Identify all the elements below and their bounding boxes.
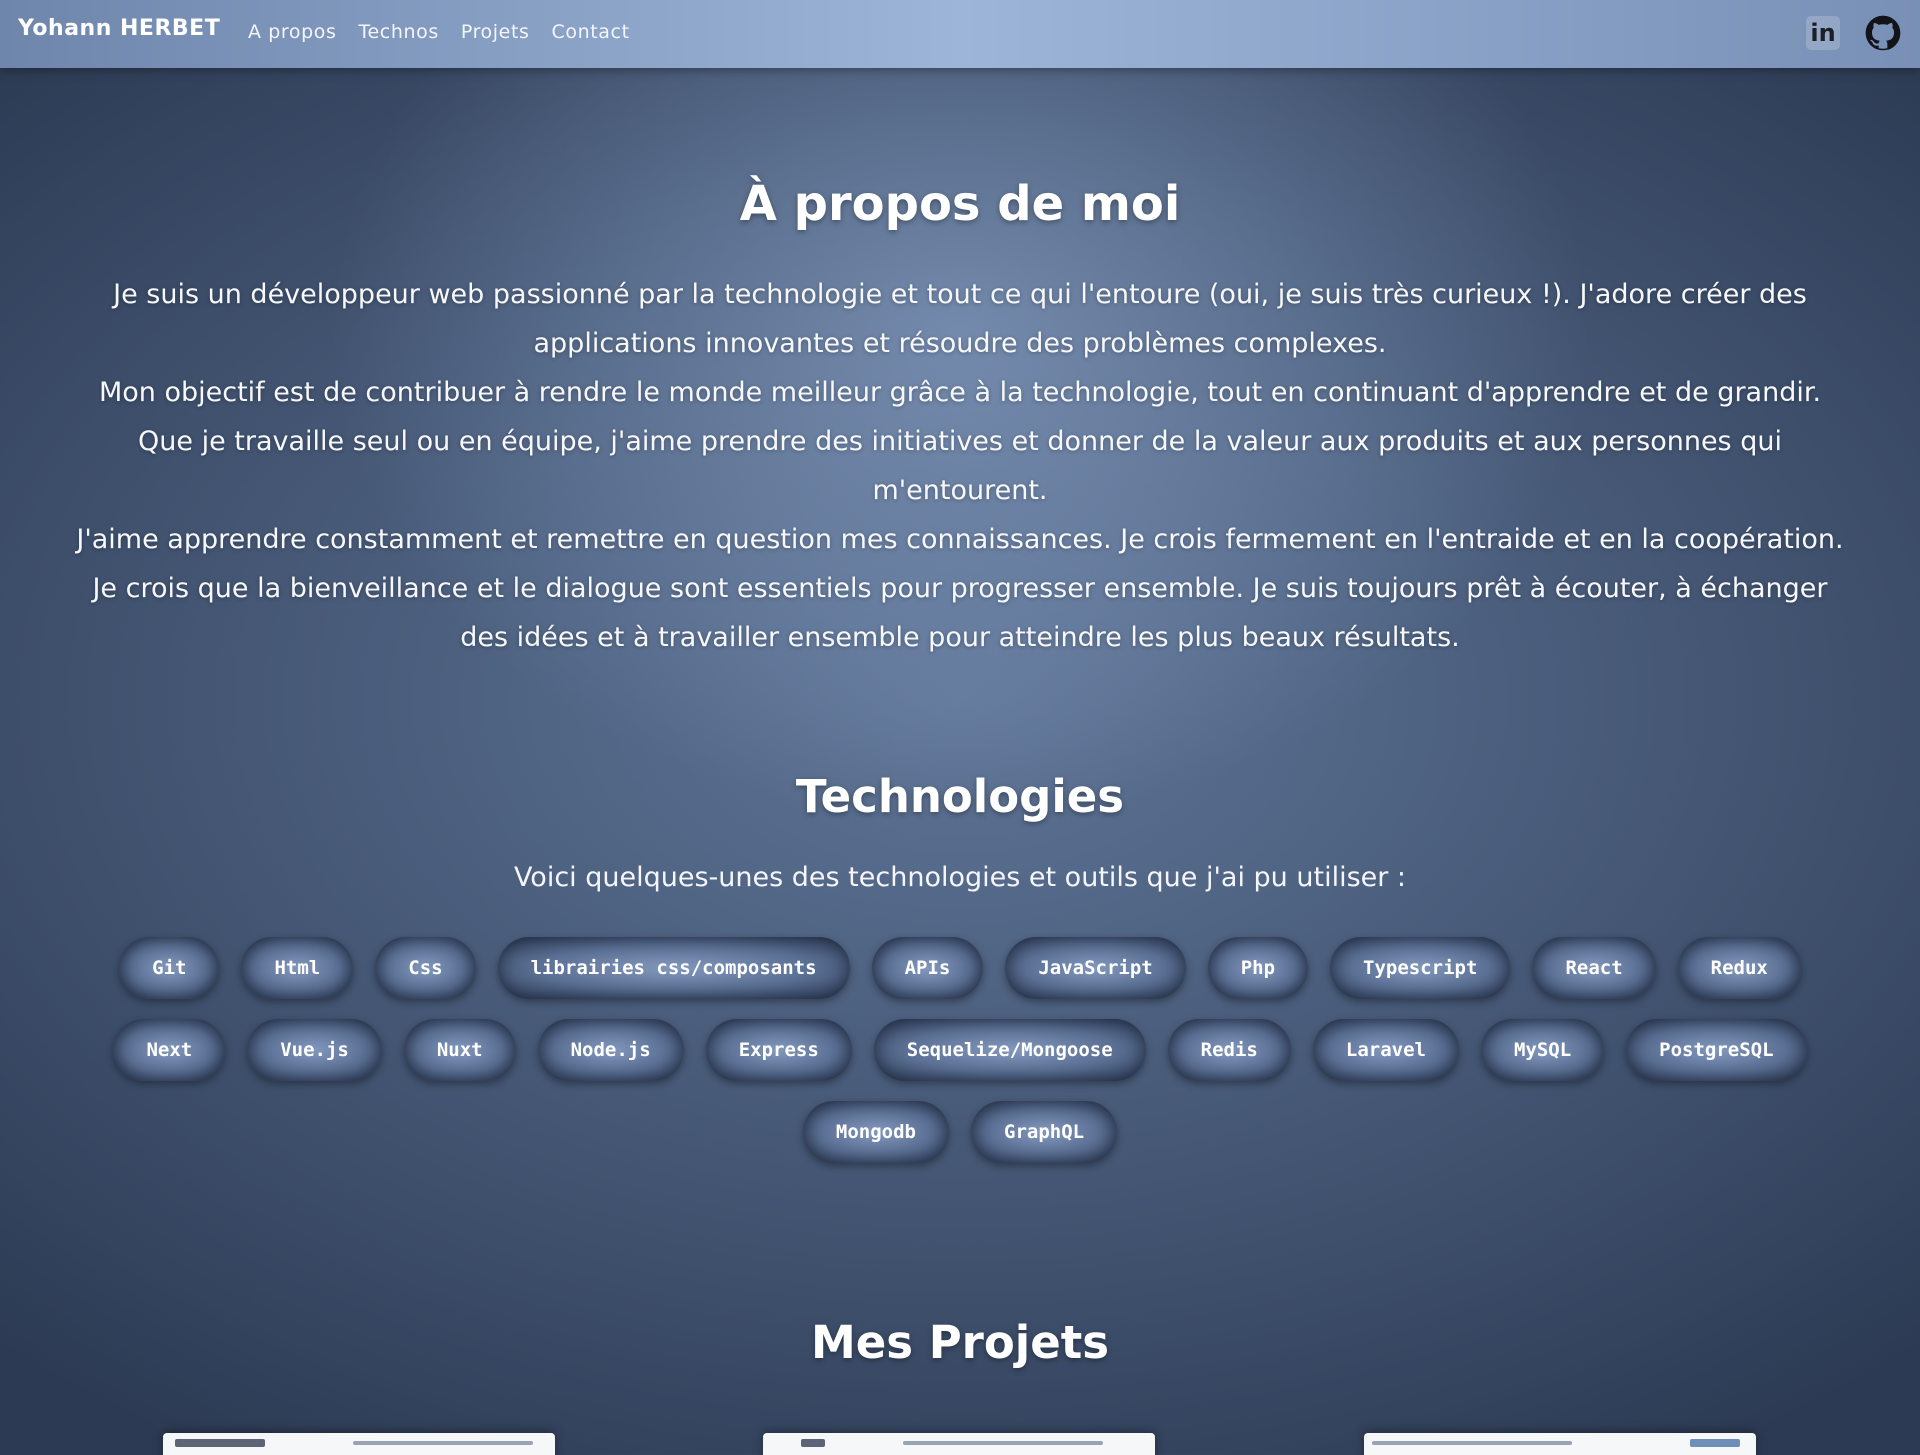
tech-chip[interactable]: Redis (1167, 1019, 1291, 1081)
brand-logo[interactable]: Yohann HERBET (18, 16, 220, 41)
tech-chip[interactable]: APIs (871, 937, 984, 999)
tech-chip[interactable]: Redux (1677, 937, 1801, 999)
tech-chip[interactable]: Vue.js (247, 1019, 382, 1081)
about-text: Je suis un développeur web passionné par… (70, 270, 1850, 662)
tech-chip[interactable]: Css (375, 937, 476, 999)
project-card-2[interactable] (763, 1433, 1155, 1455)
project-thumbnail-button (1690, 1439, 1740, 1447)
project-thumbnail-nav (1372, 1441, 1572, 1445)
tech-chip[interactable]: Next (113, 1019, 226, 1081)
project-thumbnail-logo (801, 1439, 825, 1447)
tech-chip[interactable]: Node.js (537, 1019, 684, 1081)
tech-chip[interactable]: Sequelize/Mongoose (873, 1019, 1146, 1081)
tech-chip[interactable]: PostgreSQL (1626, 1019, 1807, 1081)
project-cards (0, 1433, 1920, 1455)
tech-chip[interactable]: Git (119, 937, 220, 999)
project-thumbnail-nav (903, 1441, 1103, 1445)
tech-chip[interactable]: Nuxt (403, 1019, 516, 1081)
tech-chip[interactable]: Html (241, 937, 354, 999)
about-paragraph-3: J'aime apprendre constamment et remettre… (76, 524, 1844, 653)
technology-chips: Git Html Css librairies css/composants A… (70, 937, 1850, 1163)
tech-chip[interactable]: Express (705, 1019, 852, 1081)
linkedin-glyph: in (1806, 16, 1840, 50)
project-thumbnail-nav (353, 1441, 533, 1445)
nav-links: A propos Technos Projets Contact (248, 21, 630, 43)
about-title: À propos de moi (739, 176, 1181, 232)
nav-link-projets[interactable]: Projets (461, 21, 530, 43)
technologies-title: Technologies (795, 770, 1125, 823)
nav-link-contact[interactable]: Contact (552, 21, 630, 43)
projects-title: Mes Projets (810, 1316, 1110, 1369)
tech-chip[interactable]: Mongodb (802, 1101, 949, 1163)
social-icons: in (1804, 14, 1902, 52)
github-icon[interactable] (1864, 14, 1902, 52)
about-paragraph-1: Je suis un développeur web passionné par… (113, 279, 1807, 359)
tech-chip[interactable]: librairies css/composants (497, 937, 850, 999)
project-thumbnail-logo (175, 1439, 265, 1447)
tech-chip[interactable]: MySQL (1480, 1019, 1605, 1081)
nav-link-a-propos[interactable]: A propos (248, 21, 337, 43)
nav-link-technos[interactable]: Technos (359, 21, 439, 43)
project-card-1[interactable] (163, 1433, 555, 1455)
tech-chip[interactable]: Php (1207, 937, 1309, 999)
tech-chip[interactable]: React (1532, 937, 1656, 999)
project-card-3[interactable] (1364, 1433, 1756, 1455)
navbar: Yohann HERBET A propos Technos Projets C… (0, 0, 1920, 68)
tech-chip[interactable]: JavaScript (1005, 937, 1186, 999)
about-paragraph-2: Mon objectif est de contribuer à rendre … (98, 377, 1822, 506)
tech-chip[interactable]: GraphQL (971, 1101, 1118, 1163)
technologies-intro: Voici quelques-unes des technologies et … (513, 862, 1407, 893)
github-glyph (1865, 15, 1901, 51)
tech-chip[interactable]: Laravel (1312, 1019, 1459, 1081)
linkedin-icon[interactable]: in (1804, 14, 1842, 52)
tech-chip[interactable]: Typescript (1330, 937, 1511, 999)
